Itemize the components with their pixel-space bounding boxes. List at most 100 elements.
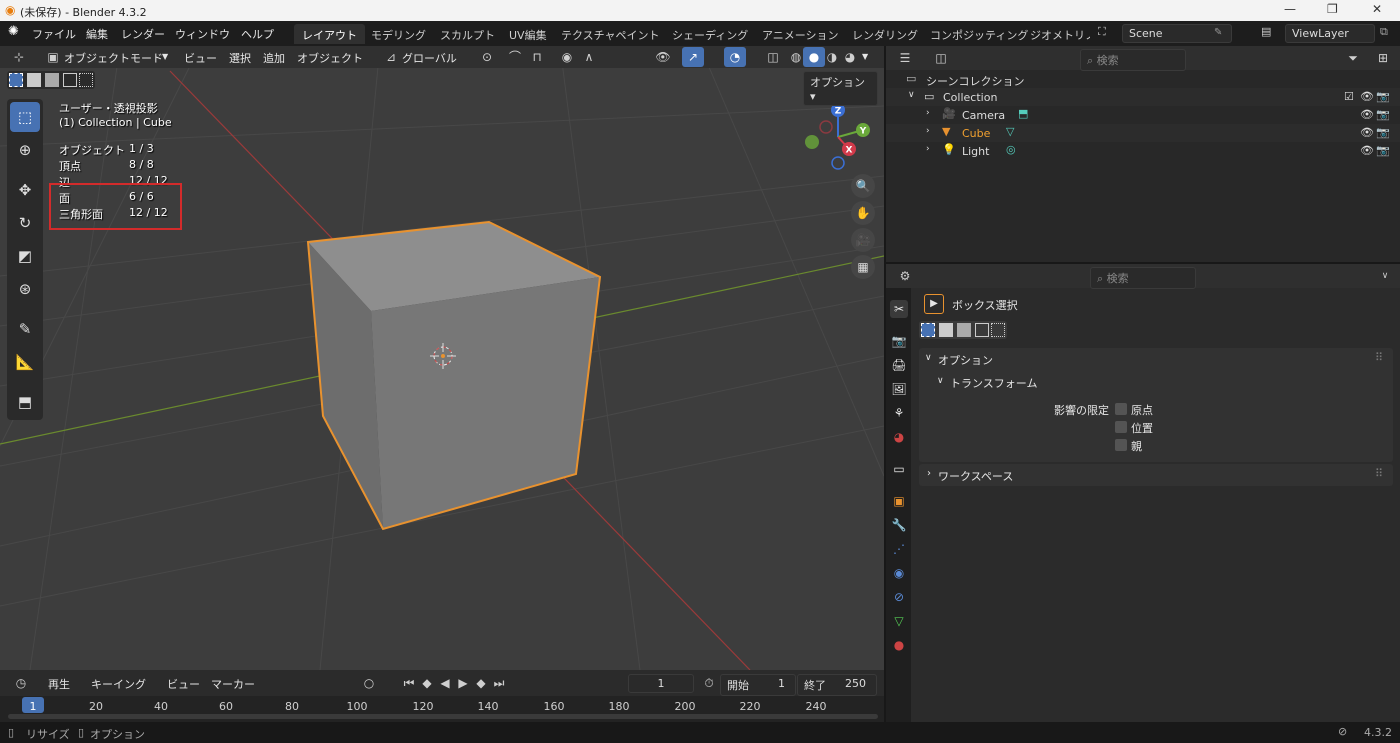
modifier-tab-icon[interactable]: 🔧	[890, 516, 908, 534]
view-layer-selector[interactable]: ViewLayer	[1285, 24, 1375, 43]
overlay-toggle-icon[interactable]: ◔	[724, 47, 746, 67]
menu-timeline-view[interactable]: ビュー	[167, 676, 200, 692]
scene-tab-icon[interactable]: ⚘	[890, 404, 908, 422]
select-invert-icon[interactable]	[63, 73, 77, 87]
select-extend-icon[interactable]	[939, 323, 953, 337]
select-subtract-icon[interactable]	[45, 73, 59, 87]
light-data-icon[interactable]: ◎	[1006, 143, 1016, 156]
tab-uv-editing[interactable]: UV編集	[501, 24, 555, 44]
collection-row[interactable]: ∨ ▭ Collection ☑ 👁 📷	[886, 88, 1400, 106]
timeline[interactable]: ◷ 再生 キーイング ビュー マーカー ○ ⏮ ◆ ◀ ▶ ◆ ⏭ 1 ⏱ 開始…	[0, 670, 884, 722]
add-cube-tool[interactable]: ⬒	[10, 387, 40, 417]
data-tab-icon[interactable]: ▽	[890, 612, 908, 630]
chevron-down-icon[interactable]: ∨	[1374, 266, 1396, 286]
particles-tab-icon[interactable]: ⋰	[890, 540, 908, 558]
tab-sculpt[interactable]: スカルプト	[432, 24, 503, 44]
camera-render-icon[interactable]: 📷	[1376, 108, 1390, 121]
select-intersect-icon[interactable]	[79, 73, 93, 87]
chevron-right-icon[interactable]: ›	[926, 144, 930, 154]
object-tab-icon[interactable]: ▣	[890, 492, 908, 510]
properties-search-input[interactable]: ⌕ 検索	[1090, 267, 1196, 289]
eye-icon[interactable]: 👁	[1360, 144, 1374, 157]
drag-handle-icon[interactable]: ⠿	[1375, 467, 1383, 480]
world-tab-icon[interactable]: ◕	[890, 428, 908, 446]
mode-selector[interactable]: オブジェクトモード	[64, 50, 163, 66]
shading-options-icon[interactable]: ▼	[862, 52, 868, 61]
tab-compositing[interactable]: コンポジッティング	[922, 24, 1036, 44]
select-intersect-icon[interactable]	[991, 323, 1005, 337]
chevron-down-icon[interactable]: ∨	[908, 90, 915, 100]
jump-end-icon[interactable]: ⏭	[488, 673, 510, 693]
properties-editor-icon[interactable]: ⚙	[894, 266, 916, 286]
auto-keying-icon[interactable]: ○	[358, 673, 380, 693]
view-layer-tab-icon[interactable]: 🖼	[890, 380, 908, 398]
new-collection-icon[interactable]: ⊞	[1372, 48, 1394, 68]
tab-rendering[interactable]: レンダリング	[844, 24, 926, 44]
editor-type-icon[interactable]: ⊹	[8, 47, 30, 67]
workspace-panel-title[interactable]: ワークスペース	[938, 468, 1013, 484]
current-frame-field[interactable]: 1	[628, 674, 694, 693]
affect-locations-checkbox[interactable]	[1115, 421, 1127, 433]
camera-view-icon[interactable]: 🎥	[851, 228, 875, 252]
camera-render-icon[interactable]: 📷	[1376, 90, 1390, 103]
menu-render[interactable]: レンダー	[121, 26, 165, 42]
timeline-scrollbar[interactable]	[8, 714, 878, 719]
timeline-editor-icon[interactable]: ◷	[10, 673, 32, 693]
mesh-data-icon[interactable]: ▽	[1006, 125, 1014, 138]
falloff-icon[interactable]: ∧	[578, 47, 600, 67]
select-extend-icon[interactable]	[27, 73, 41, 87]
affect-origins-checkbox[interactable]	[1115, 403, 1127, 415]
zoom-icon[interactable]: 🔍	[851, 174, 875, 198]
transform-subpanel-title[interactable]: トランスフォーム	[950, 375, 1037, 391]
menu-help[interactable]: ヘルプ	[241, 26, 274, 42]
move-tool[interactable]: ✥	[10, 175, 40, 205]
menu-marker[interactable]: マーカー	[211, 676, 255, 692]
menu-view[interactable]: ビュー	[184, 50, 217, 66]
eye-icon[interactable]: 👁	[1360, 108, 1374, 121]
menu-playback[interactable]: 再生	[48, 676, 70, 692]
select-new-icon[interactable]	[921, 323, 935, 337]
orientation-selector[interactable]: グローバル	[402, 50, 457, 66]
snap-icon[interactable]: ⌒	[504, 47, 526, 67]
eye-icon[interactable]: 👁	[1360, 90, 1374, 103]
camera-data-icon[interactable]: ⬒	[1018, 107, 1028, 120]
select-new-icon[interactable]	[9, 73, 23, 87]
select-invert-icon[interactable]	[975, 323, 989, 337]
tab-shading[interactable]: シェーディング	[664, 24, 756, 44]
measure-tool[interactable]: 📐	[10, 347, 40, 377]
output-tab-icon[interactable]: 🖨	[890, 356, 908, 374]
constraints-tab-icon[interactable]: ⊘	[890, 588, 908, 606]
material-tab-icon[interactable]: ●	[890, 636, 908, 654]
camera-render-icon[interactable]: 📷	[1376, 126, 1390, 139]
proportional-edit-icon[interactable]: ◉	[556, 47, 578, 67]
snap-target-icon[interactable]: ⊓	[526, 47, 548, 67]
tool-tab-icon[interactable]: ✂	[890, 300, 908, 318]
physics-tab-icon[interactable]: ◉	[890, 564, 908, 582]
annotate-tool[interactable]: ✎	[10, 314, 40, 344]
affect-parents-checkbox[interactable]	[1115, 439, 1127, 451]
close-button[interactable]: ✕	[1372, 2, 1382, 16]
menu-keying[interactable]: キーイング	[91, 676, 146, 692]
chevron-down-icon[interactable]: ∨	[937, 376, 944, 386]
filter-icon[interactable]: ⏷	[1342, 48, 1364, 68]
scene-collection-row[interactable]: ▭ シーンコレクション	[886, 70, 1400, 88]
pan-hand-icon[interactable]: ✋	[851, 201, 875, 225]
outliner-item-camera[interactable]: › 🎥 Camera ⬒ 👁 📷	[886, 106, 1400, 124]
options-panel-title[interactable]: オプション	[938, 352, 993, 368]
3d-viewport[interactable]: Z Y X ⊹ ▣ オブジェクトモード ▼ ビュー 選択 追加 オブジェクト ⊿…	[0, 46, 884, 670]
tab-modeling[interactable]: モデリング	[363, 24, 434, 44]
new-view-layer-icon[interactable]: ⧉	[1380, 25, 1388, 39]
display-mode-icon[interactable]: ◫	[930, 48, 952, 68]
pivot-point-icon[interactable]: ⊙	[476, 47, 498, 67]
chevron-right-icon[interactable]: ›	[927, 468, 931, 479]
rotate-tool[interactable]: ↻	[10, 208, 40, 238]
gizmo-toggle-icon[interactable]: ↗	[682, 47, 704, 67]
blender-menu-icon[interactable]: ✺	[8, 24, 19, 39]
camera-render-icon[interactable]: 📷	[1376, 144, 1390, 157]
scale-tool[interactable]: ◩	[10, 241, 40, 271]
rendered-shading-icon[interactable]: ◕	[839, 47, 861, 67]
render-tab-icon[interactable]: 📷	[890, 332, 908, 350]
start-frame-field[interactable]: 開始 1	[720, 674, 796, 696]
checkbox-icon[interactable]: ☑	[1344, 90, 1354, 103]
xray-icon[interactable]: ◫	[762, 47, 784, 67]
